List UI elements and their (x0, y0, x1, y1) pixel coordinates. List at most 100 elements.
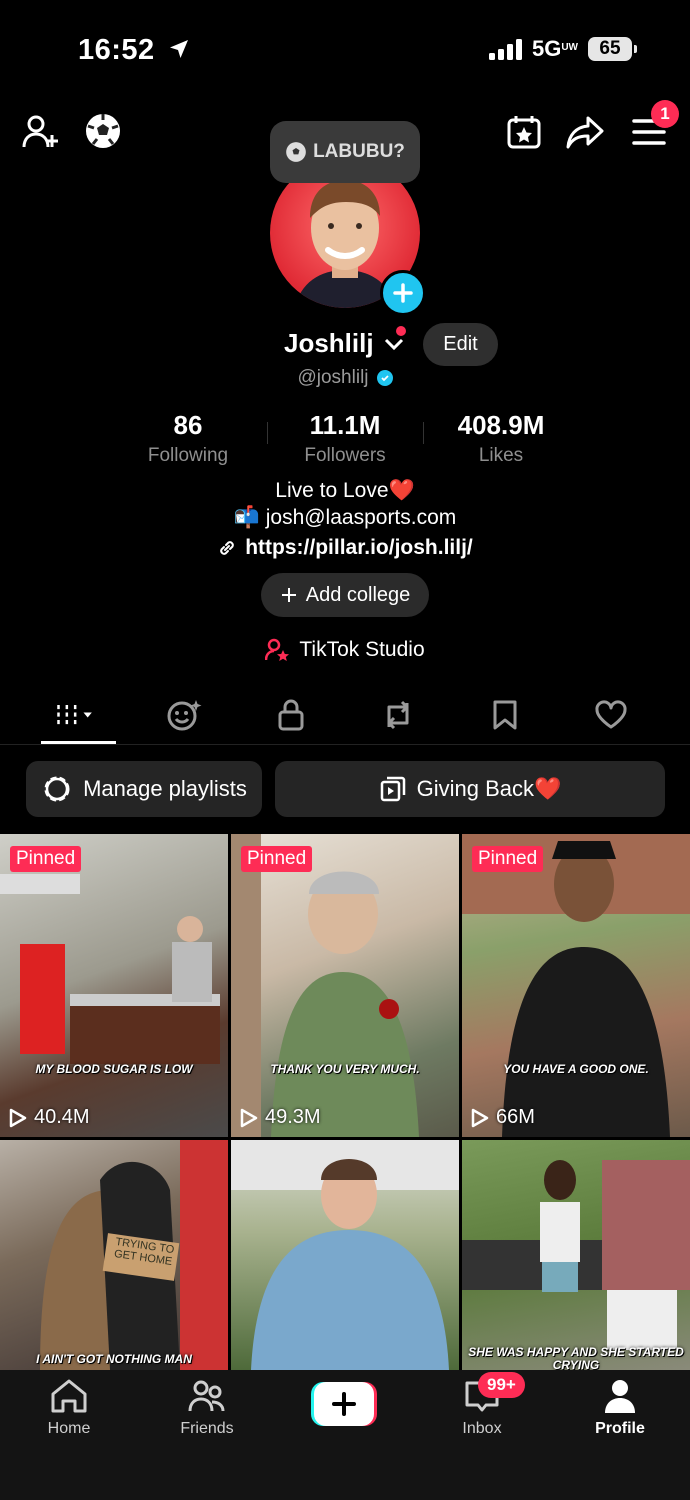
gear-icon (44, 776, 70, 802)
playlist-icon (380, 776, 405, 802)
notification-dot (396, 326, 406, 336)
followers-count: 11.1M (309, 410, 381, 440)
lock-icon (278, 699, 304, 731)
bottom-nav: Home Friends Inbox 99+ Profile (0, 1370, 690, 1500)
tab-favorites[interactable] (485, 695, 525, 735)
giving-back-label: Giving Back❤️ (416, 776, 562, 801)
link-icon (220, 541, 235, 555)
view-count: 40.4M (8, 1106, 90, 1129)
video-thumbnail[interactable]: Pinned MY BLOOD SUGAR IS LOW 40.4M (0, 834, 228, 1137)
labubu-tooltip[interactable]: LABUBU? (270, 121, 420, 183)
face-sparkle-icon (167, 700, 202, 731)
status-indicators: 5GUW 65 (488, 36, 637, 62)
followers-stat[interactable]: 11.1M Followers (265, 410, 425, 467)
pinned-badge: Pinned (10, 846, 82, 872)
nav-profile[interactable]: Profile (570, 1378, 670, 1438)
view-count: 66M (470, 1106, 535, 1129)
bio-link[interactable]: https://pillar.io/josh.lilj/ (0, 536, 690, 560)
plus-icon (281, 588, 296, 602)
tab-private[interactable] (271, 695, 311, 735)
email-text: josh@laasports.com (265, 506, 457, 529)
handle-text: @joshlilj (297, 367, 369, 388)
bio-text: Live to Love❤️ (275, 479, 415, 502)
inbox-badge: 99+ (478, 1372, 525, 1398)
yard-scene (231, 1140, 459, 1370)
handle: @joshlilj (0, 367, 690, 389)
video-thumbnail[interactable]: SHE WAS HAPPY AND SHE STARTED CRYING (462, 1140, 690, 1370)
add-college-label: Add college (305, 583, 411, 606)
play-icon (471, 1108, 489, 1127)
nav-friends-label: Friends (180, 1420, 234, 1437)
video-caption: YOU HAVE A GOOD ONE. (503, 1062, 649, 1076)
tab-reposts[interactable] (378, 695, 418, 735)
tab-liked[interactable] (591, 695, 631, 735)
studio-person-star-icon (265, 638, 290, 661)
plus-icon (393, 283, 413, 303)
display-name[interactable]: Joshlilj (284, 328, 405, 359)
doorway-scene (231, 834, 419, 1137)
pinned-badge: Pinned (241, 846, 313, 872)
battery-icon: 65 (588, 37, 637, 61)
labubu-label: LABUBU? (313, 141, 405, 162)
edit-profile-button[interactable]: Edit (423, 323, 498, 366)
calendar-star-icon[interactable] (506, 114, 542, 150)
bio-email: 📬 josh@laasports.com (0, 506, 690, 530)
tiktok-studio-label: TikTok Studio (299, 638, 425, 661)
following-label: Following (147, 445, 229, 466)
tab-divider (0, 744, 690, 745)
likes-label: Likes (478, 445, 524, 466)
nav-inbox-label: Inbox (462, 1420, 502, 1437)
nav-friends[interactable]: Friends (157, 1378, 257, 1438)
chevron-down-icon[interactable] (383, 336, 405, 352)
followers-label: Followers (304, 445, 386, 466)
add-story-button[interactable] (380, 270, 426, 316)
tab-videos[interactable] (56, 695, 96, 735)
nav-profile-label: Profile (595, 1420, 645, 1437)
likes-count: 408.9M (457, 410, 545, 440)
video-thumbnail[interactable] (231, 1140, 459, 1370)
grid-icon (57, 705, 92, 725)
menu-badge: 1 (651, 100, 679, 128)
heart-icon (595, 700, 627, 729)
video-thumbnail[interactable]: TRYING TO GET HOME I AIN'T GOT NOTHING M… (0, 1140, 228, 1370)
play-icon (240, 1108, 258, 1127)
display-name-text: Joshlilj (284, 328, 374, 358)
network-label: 5GUW (531, 36, 578, 61)
add-college-button[interactable]: Add college (261, 573, 429, 617)
following-stat[interactable]: 86 Following (108, 410, 268, 467)
park-scene (462, 834, 690, 1137)
mailbox-icon: 📬 (233, 506, 260, 529)
create-button[interactable] (311, 1382, 377, 1426)
verified-badge-icon (376, 370, 393, 386)
status-time-text: 16:52 (78, 34, 155, 66)
following-count: 86 (173, 410, 203, 440)
add-friend-icon[interactable] (22, 114, 62, 150)
bookmark-icon (493, 700, 517, 730)
link-text: https://pillar.io/josh.lilj/ (245, 536, 473, 559)
friends-icon (188, 1380, 225, 1412)
video-thumbnail[interactable]: Pinned YOU HAVE A GOOD ONE. 66M (462, 834, 690, 1137)
nav-home[interactable]: Home (19, 1378, 119, 1438)
store-scene (0, 874, 220, 1064)
pinned-badge: Pinned (472, 846, 544, 872)
video-thumbnail[interactable]: Pinned THANK YOU VERY MUCH. 49.3M (231, 834, 459, 1137)
video-caption: MY BLOOD SUGAR IS LOW (35, 1062, 193, 1076)
street-scene (462, 1160, 690, 1350)
location-arrow-icon (170, 40, 189, 58)
share-icon[interactable] (566, 114, 604, 150)
soccer-ball-icon (286, 142, 306, 162)
video-caption: I AIN'T GOT NOTHING MAN (36, 1352, 192, 1366)
view-count: 49.3M (239, 1106, 321, 1129)
manage-playlists-button[interactable]: Manage playlists (26, 761, 262, 817)
tab-reposts-ai[interactable] (164, 695, 204, 735)
home-icon (51, 1379, 87, 1413)
giving-back-playlist-button[interactable]: Giving Back❤️ (275, 761, 665, 817)
profile-icon (605, 1380, 635, 1413)
video-caption: SHE WAS HAPPY AND SHE STARTED CRYING (468, 1345, 684, 1370)
tiktok-studio-link[interactable]: TikTok Studio (0, 638, 690, 662)
likes-stat[interactable]: 408.9M Likes (421, 410, 581, 467)
video-caption: THANK YOU VERY MUCH. (270, 1062, 420, 1076)
status-time: 16:52 (78, 34, 191, 67)
soccer-ball-icon[interactable] (84, 112, 122, 150)
play-icon (9, 1108, 27, 1127)
